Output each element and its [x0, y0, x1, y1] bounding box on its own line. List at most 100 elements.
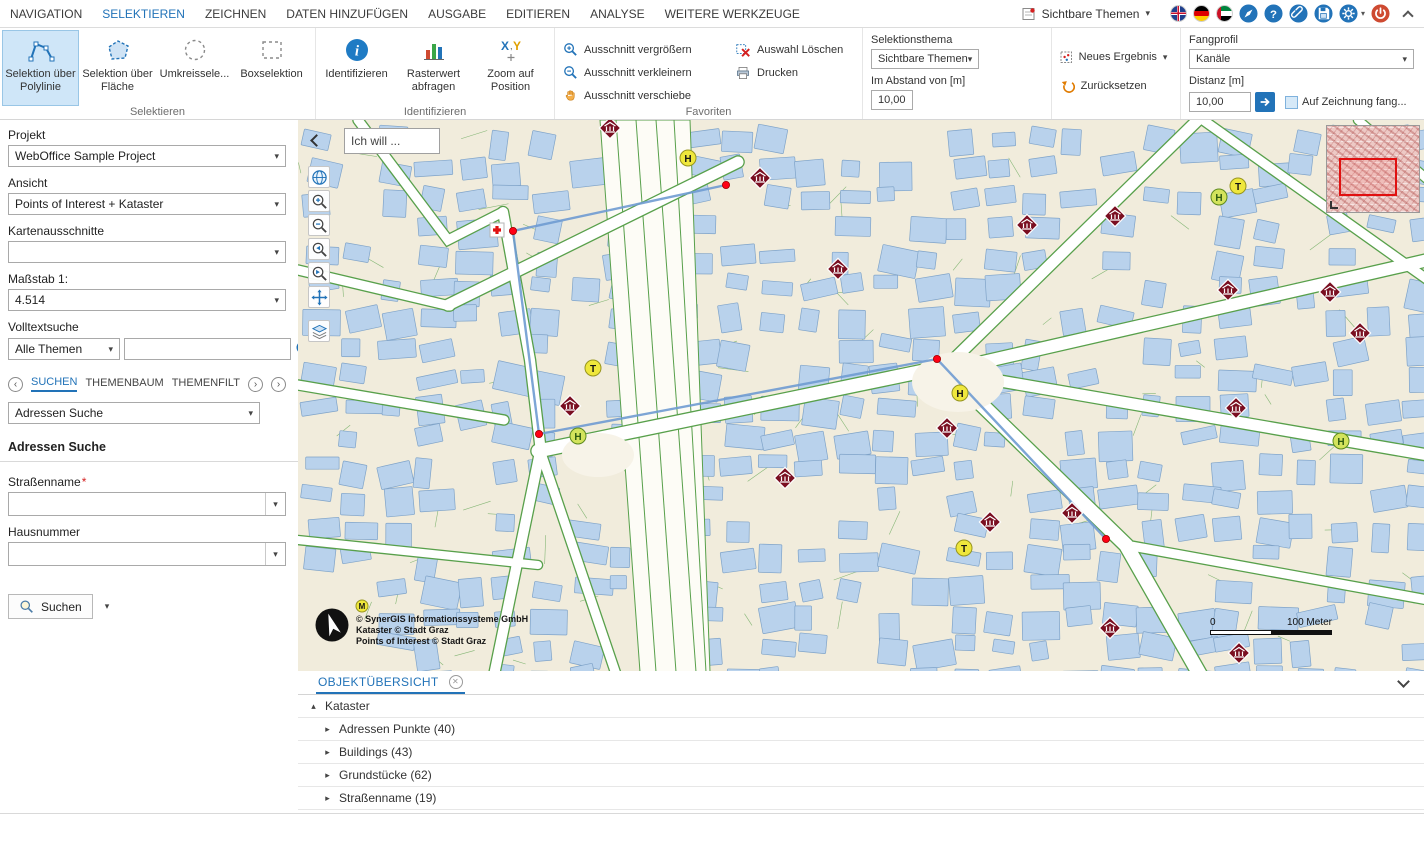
tabs-scroll-right-button[interactable]: › [248, 377, 263, 392]
tree-item-adressen-punkte[interactable]: ▸ Adressen Punkte (40) [298, 718, 1424, 741]
map-extents-select[interactable]: ▾ [8, 241, 286, 263]
tree-collapsed-icon[interactable]: ▸ [322, 747, 333, 758]
apply-distance-button[interactable] [1255, 92, 1275, 112]
map-canvas[interactable]: HHTTTHHHM [298, 120, 1424, 671]
overview-extent-rect[interactable] [1339, 158, 1397, 196]
tab-themenbaum[interactable]: THEMENBAUM [85, 377, 163, 391]
tree-collapsed-icon[interactable]: ▸ [322, 770, 333, 781]
help-icon[interactable]: ? [1264, 4, 1283, 23]
house-number-combo[interactable]: ▾ [8, 542, 286, 566]
map-marker-hospital[interactable]: H [1333, 433, 1349, 449]
map-marker-taxi[interactable]: T [1230, 178, 1246, 194]
snap-profile-select[interactable]: Kanäle ▾ [1189, 49, 1414, 69]
polyline-vertex[interactable] [1102, 535, 1109, 542]
view-select[interactable]: Points of Interest + Kataster ▾ [8, 193, 286, 215]
map-marker-taxi[interactable]: T [585, 360, 601, 376]
search-options-caret[interactable]: ▾ [105, 601, 110, 612]
language-arabic-icon[interactable] [1216, 5, 1233, 22]
select-area-button[interactable]: Selektion über Fläche [79, 30, 156, 106]
next-extent-button[interactable] [308, 262, 330, 284]
print-button[interactable]: Drucken [735, 65, 853, 81]
language-german-icon[interactable] [1193, 5, 1210, 22]
chevron-down-icon[interactable]: ▾ [1163, 52, 1168, 63]
chevron-down-icon[interactable]: ▾ [273, 499, 278, 510]
snap-to-drawing-checkbox[interactable] [1285, 96, 1298, 109]
chevron-down-icon[interactable]: ▾ [273, 549, 278, 560]
menu-tab-selektieren[interactable]: SELEKTIEREN [102, 7, 185, 21]
distance-input[interactable]: 10,00 [871, 90, 913, 110]
search-button[interactable]: Suchen [8, 594, 93, 619]
full-extent-button[interactable] [308, 166, 330, 188]
polyline-vertex[interactable] [933, 355, 940, 362]
snap-distance-input[interactable]: 10,00 [1189, 92, 1251, 112]
raster-value-button[interactable]: Rasterwert abfragen [395, 30, 472, 106]
previous-extent-button[interactable] [308, 238, 330, 260]
pan-button[interactable] [308, 286, 330, 308]
scale-select[interactable]: 4.514 ▾ [8, 289, 286, 311]
menu-tab-analyse[interactable]: ANALYSE [590, 7, 644, 21]
tabs-scroll-left-button[interactable]: ‹ [8, 377, 23, 392]
clear-selection-button[interactable]: Auswahl Löschen [735, 42, 853, 58]
fulltext-search-input[interactable] [124, 338, 291, 360]
zoom-in-button[interactable] [308, 190, 330, 212]
map-marker-taxi[interactable]: T [956, 540, 972, 556]
collapse-ribbon-icon[interactable] [1402, 10, 1413, 21]
save-icon[interactable] [1314, 4, 1333, 23]
ich-will-input[interactable] [344, 128, 440, 154]
map-marker-hospital[interactable]: H [570, 428, 586, 444]
tree-collapsed-icon[interactable]: ▸ [322, 724, 333, 735]
tabs-overflow-button[interactable]: › [271, 377, 286, 392]
polyline-vertex[interactable] [722, 181, 729, 188]
compass-icon[interactable] [1239, 4, 1258, 23]
collapse-panel-icon[interactable] [1397, 675, 1410, 688]
visible-themes-dropdown[interactable]: Sichtbare Themen ▾ [1022, 7, 1150, 21]
gear-icon[interactable] [1339, 4, 1358, 23]
tree-item-grundstuecke[interactable]: ▸ Grundstücke (62) [298, 764, 1424, 787]
new-result-button[interactable]: Neues Ergebnis ▾ [1060, 45, 1168, 69]
street-name-combo[interactable]: ▾ [8, 492, 286, 516]
polyline-vertex[interactable] [535, 430, 542, 437]
layers-button[interactable] [308, 320, 330, 342]
map-marker-pharmacy[interactable] [490, 223, 504, 237]
tab-objektuebersicht[interactable]: OBJEKTÜBERSICHT ✕ [316, 671, 465, 694]
menu-tab-editieren[interactable]: EDITIEREN [506, 7, 570, 21]
menu-tab-navigation[interactable]: NAVIGATION [10, 7, 82, 21]
selection-theme-select[interactable]: Sichtbare Themen ▾ [871, 49, 979, 69]
search-type-select[interactable]: Adressen Suche ▾ [8, 402, 260, 424]
menu-tab-ausgabe[interactable]: AUSGABE [428, 7, 486, 21]
tree-item-strassenname[interactable]: ▸ Straßenname (19) [298, 787, 1424, 810]
language-english-icon[interactable] [1170, 5, 1187, 22]
zoom-out-button[interactable] [308, 214, 330, 236]
logout-icon[interactable] [1371, 4, 1390, 23]
overview-map[interactable] [1326, 125, 1420, 213]
map-marker-place[interactable]: M [356, 600, 368, 612]
select-circle-button[interactable]: Umkreissele... [156, 30, 233, 106]
map-marker-hotel[interactable]: H [952, 385, 968, 401]
tab-themenfilter[interactable]: THEMENFILTER [172, 377, 240, 391]
gear-caret-icon[interactable]: ▾ [1361, 9, 1365, 18]
tree-collapsed-icon[interactable]: ▸ [322, 793, 333, 804]
identify-button[interactable]: i Identifizieren [318, 30, 395, 106]
select-polyline-button[interactable]: Selektion über Polylinie [2, 30, 79, 106]
tree-expanded-icon[interactable]: ▴ [308, 701, 319, 712]
link-icon[interactable] [1289, 4, 1308, 23]
map-viewport[interactable]: HHTTTHHHM © SynerGI [298, 120, 1424, 671]
tree-item-kataster[interactable]: ▴ Kataster [298, 695, 1424, 718]
tab-suchen[interactable]: SUCHEN [31, 376, 77, 392]
menu-tab-weitere-werkzeuge[interactable]: WEITERE WERKZEUGE [665, 7, 800, 21]
reset-button[interactable]: Zurücksetzen [1060, 74, 1147, 98]
fulltext-scope-select[interactable]: Alle Themen ▾ [8, 338, 120, 360]
zoom-in-extent-button[interactable]: Ausschnitt vergrößern [563, 42, 735, 57]
close-icon[interactable]: ✕ [449, 675, 463, 689]
project-select[interactable]: WebOffice Sample Project ▾ [8, 145, 286, 167]
menu-tab-zeichnen[interactable]: ZEICHNEN [205, 7, 266, 21]
zoom-to-position-button[interactable]: X,Y Zoom auf Position [472, 30, 549, 106]
polyline-vertex[interactable] [509, 227, 516, 234]
overview-expand-icon[interactable] [1330, 201, 1338, 209]
map-marker-hotel[interactable]: H [680, 150, 696, 166]
menu-tab-daten-hinzufuegen[interactable]: DATEN HINZUFÜGEN [286, 7, 408, 21]
map-marker-hospital[interactable]: H [1211, 189, 1227, 205]
tree-item-buildings[interactable]: ▸ Buildings (43) [298, 741, 1424, 764]
select-box-button[interactable]: Boxselektion [233, 30, 310, 106]
pan-extent-button[interactable]: Ausschnitt verschiebe [563, 88, 735, 103]
